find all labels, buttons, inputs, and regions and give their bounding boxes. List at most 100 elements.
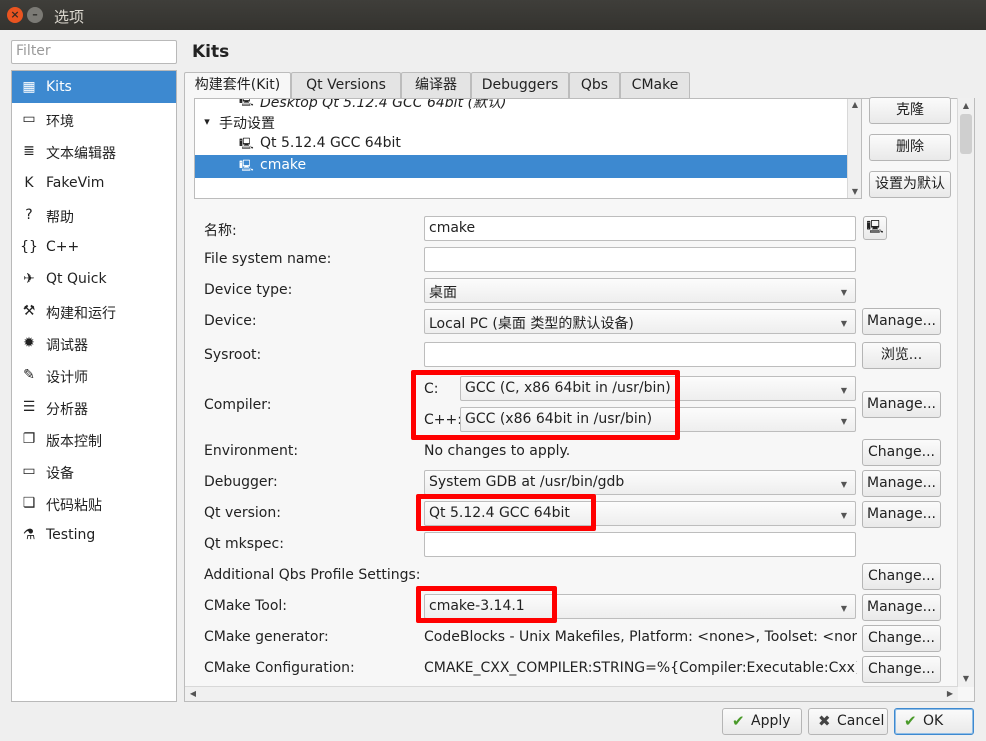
category-analyzer[interactable]: ☰ 分析器 [12,391,176,423]
tab-qt-versions[interactable]: Qt Versions [291,72,401,99]
scroll-left-icon[interactable]: ◀ [186,688,200,700]
chevron-down-icon: ▼ [840,319,847,328]
version-control-icon: ❐ [22,431,36,447]
compiler-highlight-box [411,370,680,440]
tab-debuggers[interactable]: Debuggers [471,72,569,99]
category-environment[interactable]: ▭ 环境 [12,103,176,135]
category-designer[interactable]: ✎ 设计师 [12,359,176,391]
category-fakevim[interactable]: K FakeVim [12,167,176,199]
sysroot-label: Sysroot: [204,347,262,363]
category-label: 调试器 [46,338,88,354]
qt-quick-icon: ✈ [23,271,35,287]
cmake-generator-label: CMake generator: [204,629,329,645]
category-label: 设备 [46,466,74,482]
compiler-manage-button[interactable]: Manage... [862,391,941,418]
qt-version-highlight-box [416,494,596,531]
apply-button[interactable]: ✔ Apply [722,708,802,735]
category-code-paste[interactable]: ❏ 代码粘贴 [12,487,176,519]
scrollbar-thumb[interactable] [960,114,972,154]
tree-item-cmake-kit[interactable]: 🖳 cmake [195,155,847,178]
device-value: Local PC (桌面 类型的默认设备) [429,316,634,332]
device-manage-button[interactable]: Manage... [862,308,941,335]
cancel-button[interactable]: ✖ Cancel [808,708,888,735]
category-help[interactable]: ? 帮助 [12,199,176,231]
make-default-button[interactable]: 设置为默认 [869,171,951,198]
chevron-down-icon: ▼ [840,604,847,613]
scroll-up-icon[interactable]: ▲ [848,99,861,111]
category-devices[interactable]: ▭ 设备 [12,455,176,487]
ok-button[interactable]: ✔ OK [894,708,974,735]
category-label: 版本控制 [46,434,102,450]
sysroot-browse-button[interactable]: 浏览... [862,342,941,369]
compiler-label: Compiler: [204,397,272,413]
monitor-icon: ▭ [22,111,36,127]
category-label: 文本编辑器 [46,146,116,162]
panel-horizontal-scrollbar[interactable]: ◀ ▶ [185,686,958,701]
tree-scrollbar[interactable]: ▲ ▼ [847,99,861,198]
file-system-name-field[interactable] [424,247,856,272]
cmake-tool-label: CMake Tool: [204,598,288,614]
cmake-tool-manage-button[interactable]: Manage... [862,594,941,621]
category-version-control[interactable]: ❐ 版本控制 [12,423,176,455]
scroll-right-icon[interactable]: ▶ [943,688,957,700]
category-label: Qt Quick [46,271,107,287]
scroll-up-icon[interactable]: ▲ [959,100,973,112]
filter-input[interactable]: Filter [11,40,177,64]
environment-change-button[interactable]: Change... [862,439,941,466]
qt-version-manage-button[interactable]: Manage... [862,501,941,528]
category-qt-quick[interactable]: ✈ Qt Quick [12,263,176,295]
category-kits[interactable]: ▦ Kits [12,71,176,103]
monitor-icon: 🖳 [239,137,254,150]
pencil-icon: ✎ [23,367,35,383]
remove-button[interactable]: 删除 [869,134,951,161]
cmake-configuration-label: CMake Configuration: [204,660,355,676]
debugger-manage-button[interactable]: Manage... [862,470,941,497]
tree-group-manual[interactable]: ▾ 手动设置 [195,111,847,134]
tab-kits[interactable]: 构建套件(Kit) [184,72,291,100]
title-bar: × – 选项 [0,0,986,30]
name-field[interactable]: cmake [424,216,856,241]
device-type-label: Device type: [204,282,293,298]
qt-mkspec-field[interactable] [424,532,856,557]
cmake-generator-change-button[interactable]: Change... [862,625,941,652]
tab-compilers[interactable]: 编译器 [401,72,471,99]
sysroot-field[interactable] [424,342,856,367]
category-testing[interactable]: ⚗ Testing [12,519,176,551]
tree-item-qt-kit[interactable]: 🖳 Qt 5.12.4 GCC 64bit [195,133,847,156]
category-label: 分析器 [46,402,88,418]
category-build-run[interactable]: ⚒ 构建和运行 [12,295,176,327]
device-select[interactable]: Local PC (桌面 类型的默认设备) ▼ [424,309,856,334]
tree-item-label: Desktop Qt 5.12.4 GCC 64bit (默认) [260,98,507,111]
tab-qbs[interactable]: Qbs [569,72,620,99]
minimize-window-button[interactable]: – [27,7,43,23]
chevron-down-icon: ▼ [840,288,847,297]
category-label: 设计师 [46,370,88,386]
device-icon-button[interactable]: 🖳 [863,216,887,240]
device-type-select[interactable]: 桌面 ▼ [424,278,856,303]
category-debugger[interactable]: ✹ 调试器 [12,327,176,359]
chevron-down-icon[interactable]: ▾ [200,115,214,129]
qt-version-label: Qt version: [204,505,281,521]
kit-details-form: 名称: cmake 🖳 File system name: Device typ… [195,210,959,686]
category-text-editor[interactable]: ≣ 文本编辑器 [12,135,176,167]
clone-button[interactable]: 克隆 [869,97,951,124]
check-icon: ✔ [732,712,745,730]
scroll-down-icon[interactable]: ▼ [848,186,861,198]
debugger-select[interactable]: System GDB at /usr/bin/gdb ▼ [424,470,856,495]
cmake-configuration-change-button[interactable]: Change... [862,656,941,683]
scroll-down-icon[interactable]: ▼ [959,673,973,685]
environment-value: No changes to apply. [424,443,571,459]
category-cpp[interactable]: {} C++ [12,231,176,263]
panel-vertical-scrollbar[interactable]: ▲ ▼ [957,98,974,687]
close-icon: ✖ [818,712,831,730]
close-window-button[interactable]: × [7,7,23,23]
tab-cmake[interactable]: CMake [620,72,690,99]
monitor-icon: 🖳 [239,98,254,107]
device-icon: ▭ [22,463,36,479]
tree-group-label: 手动设置 [219,116,275,132]
cancel-label: Cancel [837,713,885,729]
category-label: Kits [46,79,72,95]
qbs-profile-change-button[interactable]: Change... [862,563,941,590]
chevron-down-icon: ▼ [840,480,847,489]
category-label: 环境 [46,114,74,130]
